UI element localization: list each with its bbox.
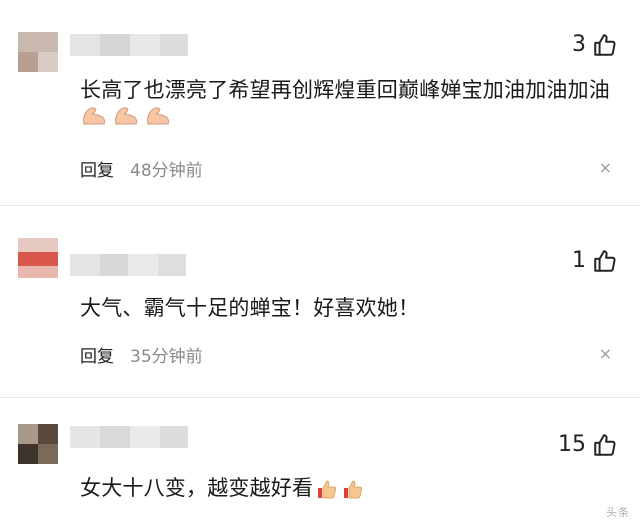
thumbs-up-emoji-icon xyxy=(344,480,363,499)
avatar[interactable] xyxy=(18,238,58,278)
comment-item: 3 长高了也漂亮了希望再创辉煌重回巅峰婵宝加油加油加油 回复 48分钟前 × xyxy=(0,0,640,196)
reply-button[interactable]: 回复 xyxy=(80,156,114,181)
reply-button[interactable]: 回复 xyxy=(80,342,114,367)
username[interactable] xyxy=(70,254,186,276)
username[interactable] xyxy=(70,426,188,448)
like-button[interactable]: 1 xyxy=(572,248,618,274)
emoji-row xyxy=(80,104,172,128)
like-count: 15 xyxy=(558,432,586,457)
comment-item: 15 女大十八变，越变越好看 xyxy=(0,398,640,524)
username[interactable] xyxy=(70,34,188,56)
flexed-biceps-icon xyxy=(115,107,137,125)
close-icon[interactable]: × xyxy=(599,158,612,177)
timestamp: 35分钟前 xyxy=(130,347,203,367)
timestamp: 48分钟前 xyxy=(130,161,203,181)
flexed-biceps-icon xyxy=(147,107,169,125)
comment-text: 长高了也漂亮了希望再创辉煌重回巅峰婵宝加油加油加油 xyxy=(80,78,610,102)
watermark: 头条 xyxy=(606,506,630,519)
flexed-biceps-icon xyxy=(83,107,105,125)
thumbs-up-emoji-icon xyxy=(318,480,337,499)
like-count: 3 xyxy=(572,32,586,57)
comment-text: 女大十八变，越变越好看 xyxy=(80,472,365,502)
avatar[interactable] xyxy=(18,424,58,464)
comment-meta: 回复 48分钟前 xyxy=(80,156,203,181)
thumbs-up-icon xyxy=(594,34,616,56)
close-icon[interactable]: × xyxy=(599,344,612,363)
comment-item: 1 大气、霸气十足的蝉宝！好喜欢她！ 回复 35分钟前 × xyxy=(0,206,640,396)
thumbs-up-icon xyxy=(594,434,616,456)
thumbs-up-icon xyxy=(594,250,616,272)
comment-text-content: 女大十八变，越变越好看 xyxy=(80,476,314,500)
avatar[interactable] xyxy=(18,32,58,72)
comment-text: 大气、霸气十足的蝉宝！好喜欢她！ xyxy=(80,296,420,320)
like-count: 1 xyxy=(572,248,586,273)
like-button[interactable]: 3 xyxy=(572,32,618,58)
like-button[interactable]: 15 xyxy=(558,432,618,458)
comment-meta: 回复 35分钟前 xyxy=(80,342,203,367)
